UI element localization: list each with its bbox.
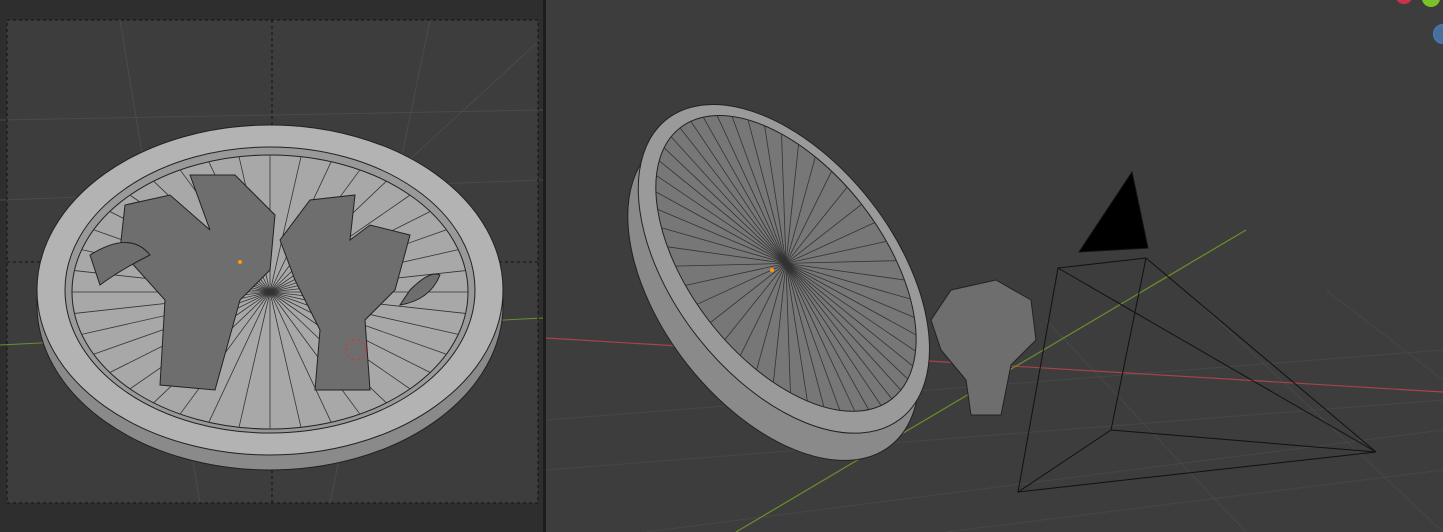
coin-mesh <box>36 124 504 471</box>
object-origin <box>238 260 242 264</box>
perspective-viewport[interactable] <box>546 0 1443 532</box>
object-origin <box>770 268 774 272</box>
camera-object[interactable] <box>1017 170 1377 494</box>
camera-viewport[interactable] <box>0 0 543 532</box>
horn <box>930 279 1037 416</box>
camera-view-scene <box>0 0 543 532</box>
coin-mesh <box>627 104 930 461</box>
passepartout-top <box>0 0 543 20</box>
passepartout-right <box>538 20 543 503</box>
passepartout-left <box>0 20 7 503</box>
passepartout-bottom <box>0 503 543 532</box>
perspective-view-scene <box>546 104 1443 532</box>
